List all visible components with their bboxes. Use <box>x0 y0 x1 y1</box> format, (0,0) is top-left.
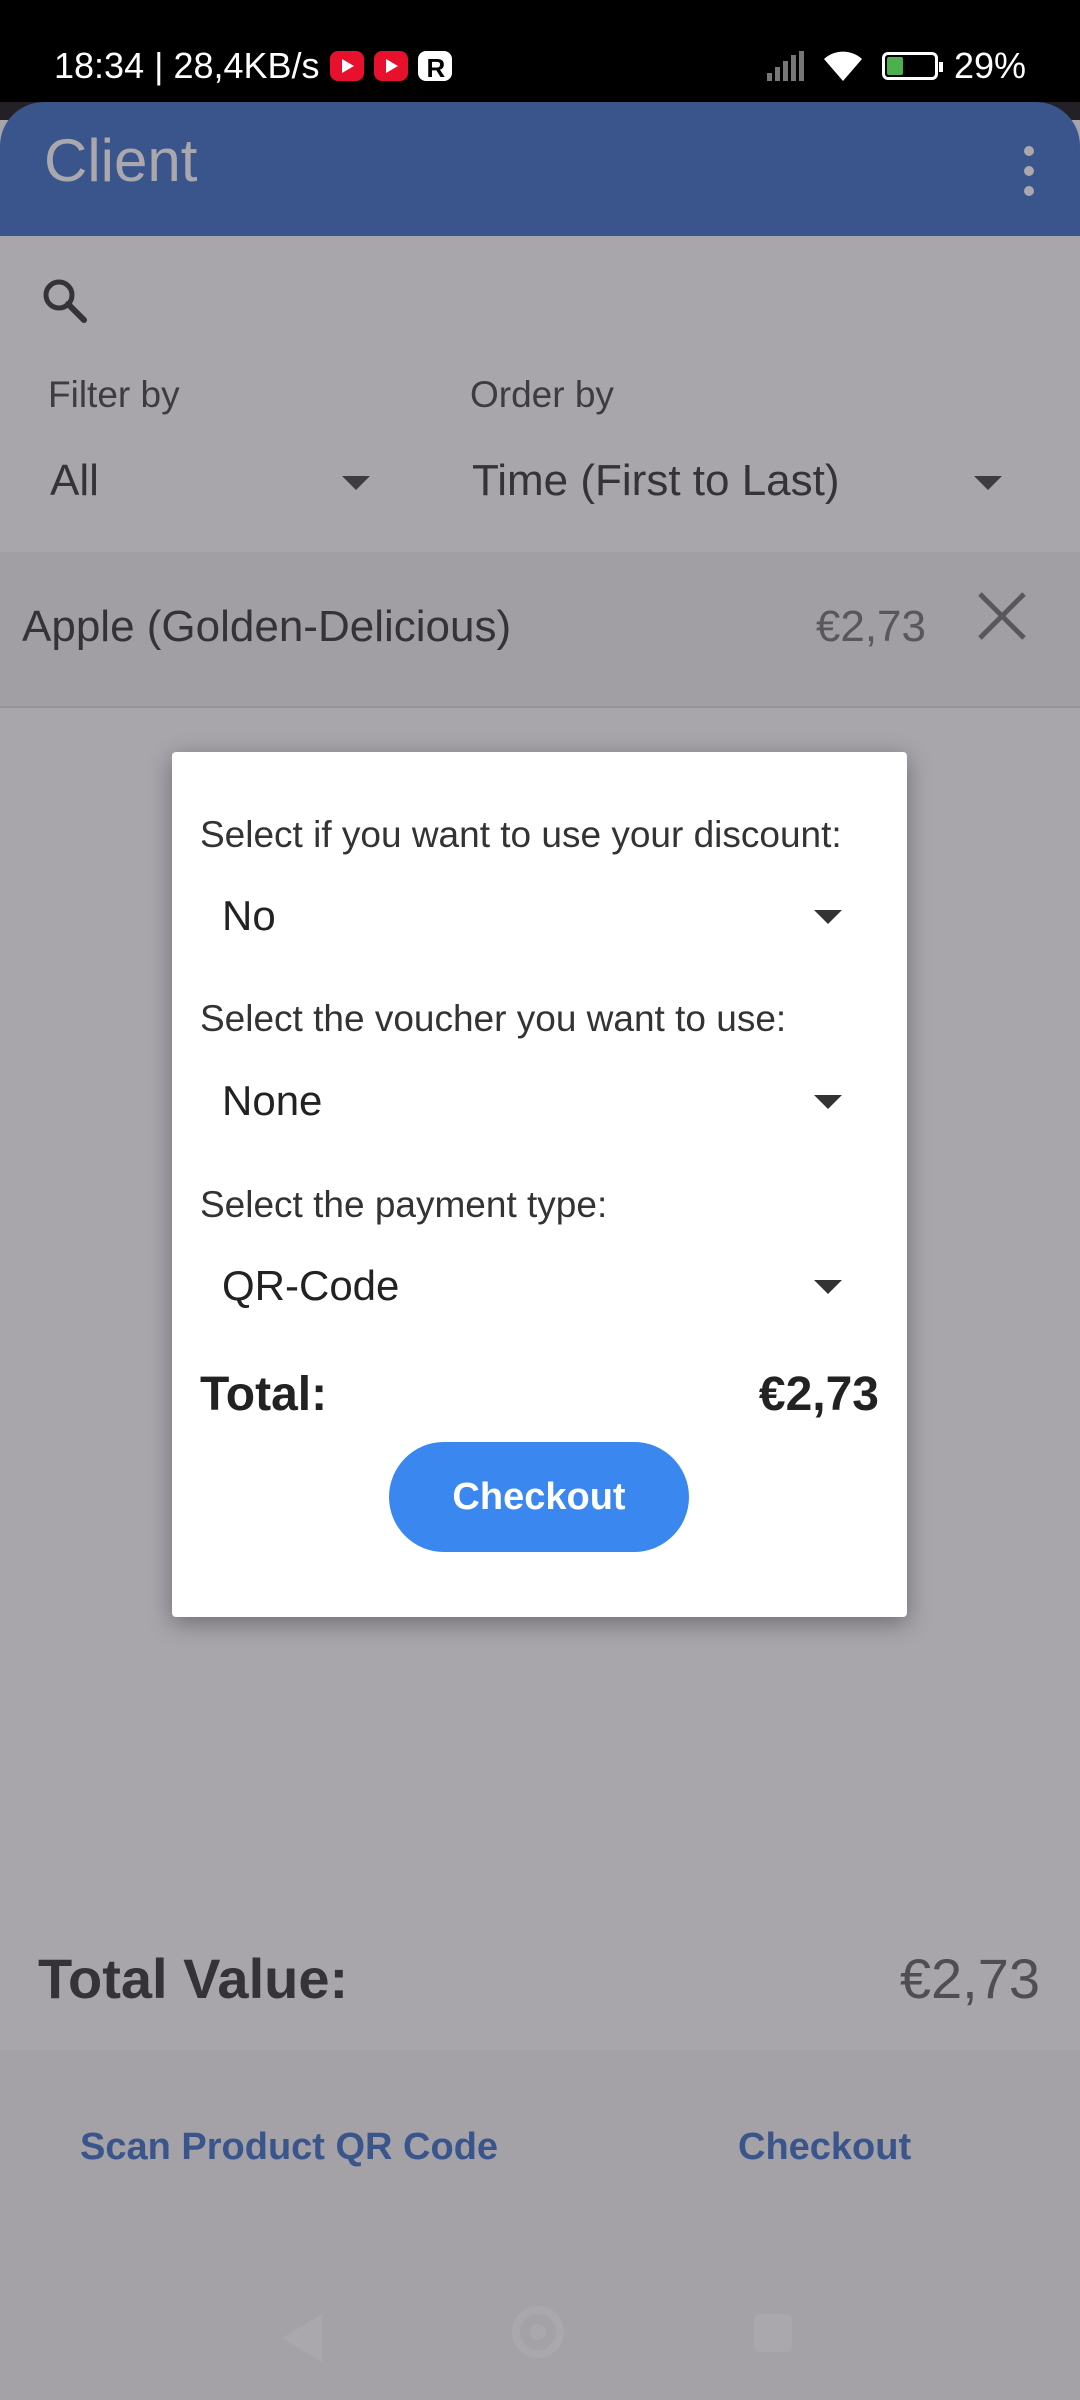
chevron-down-icon <box>814 1280 842 1294</box>
voucher-label: Select the voucher you want to use: <box>200 998 787 1039</box>
discount-dropdown[interactable]: No <box>222 892 842 940</box>
checkout-dialog: Select if you want to use your discount:… <box>172 752 907 1617</box>
discount-value: No <box>222 892 276 939</box>
payment-value: QR-Code <box>222 1262 400 1309</box>
youtube-icon <box>329 51 364 81</box>
dialog-total-value: €2,73 <box>758 1368 879 1421</box>
voucher-value: None <box>222 1077 323 1124</box>
youtube-icon <box>373 51 408 81</box>
dialog-checkout-button[interactable]: Checkout <box>389 1442 689 1552</box>
battery-charging-icon <box>881 52 943 80</box>
discount-label: Select if you want to use your discount: <box>200 814 842 855</box>
voucher-dropdown[interactable]: None <box>222 1077 842 1125</box>
battery-percent: 29% <box>953 45 1026 86</box>
chevron-down-icon <box>814 910 842 924</box>
status-time-speed: 18:34 | 28,4KB/s <box>54 45 320 86</box>
dialog-total-label: Total: <box>200 1368 328 1421</box>
signal-icon <box>766 51 804 81</box>
payment-dropdown[interactable]: QR-Code <box>222 1262 842 1310</box>
payment-label: Select the payment type: <box>200 1184 608 1225</box>
chevron-down-icon <box>814 1095 842 1109</box>
r-app-icon: R <box>417 51 452 83</box>
wifi-icon <box>823 51 862 81</box>
